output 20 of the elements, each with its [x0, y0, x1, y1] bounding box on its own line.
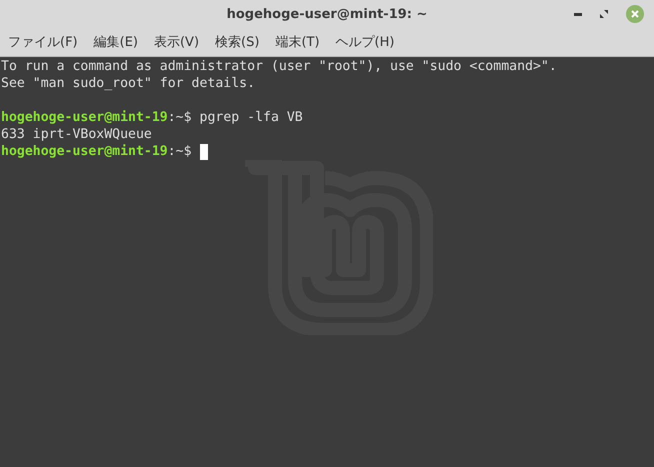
- output-line: To run a command as administrator (user "root"), use "sudo <command>".: [1, 58, 557, 75]
- prompt-path: :~: [168, 143, 184, 160]
- prompt-symbol: $: [184, 109, 192, 126]
- output-line: 633 iprt-VBoxWQueue: [1, 126, 152, 143]
- command-text: pgrep -lfa VB: [198, 109, 303, 126]
- menu-item[interactable]: 編集(E): [94, 32, 138, 52]
- menu-item[interactable]: 検索(S): [215, 32, 260, 52]
- minimize-icon[interactable]: [574, 12, 582, 16]
- prompt-user-host: hogehoge-user@mint-19: [1, 109, 168, 126]
- prompt-user-host: hogehoge-user@mint-19: [1, 143, 168, 160]
- prompt-symbol: $: [184, 143, 192, 160]
- text-cursor: [200, 144, 208, 160]
- prompt-path: :~: [168, 109, 184, 126]
- menu-item[interactable]: 表示(V): [154, 32, 200, 52]
- output-line: See "man sudo_root" for details.: [1, 75, 256, 92]
- menu-item[interactable]: ヘルプ(H): [336, 32, 394, 52]
- window-title: hogehoge-user@mint-19: ~: [226, 6, 428, 24]
- menu-item[interactable]: ファイル(F): [8, 32, 78, 52]
- menu-item[interactable]: 端末(T): [275, 32, 320, 52]
- maximize-icon[interactable]: [600, 10, 608, 18]
